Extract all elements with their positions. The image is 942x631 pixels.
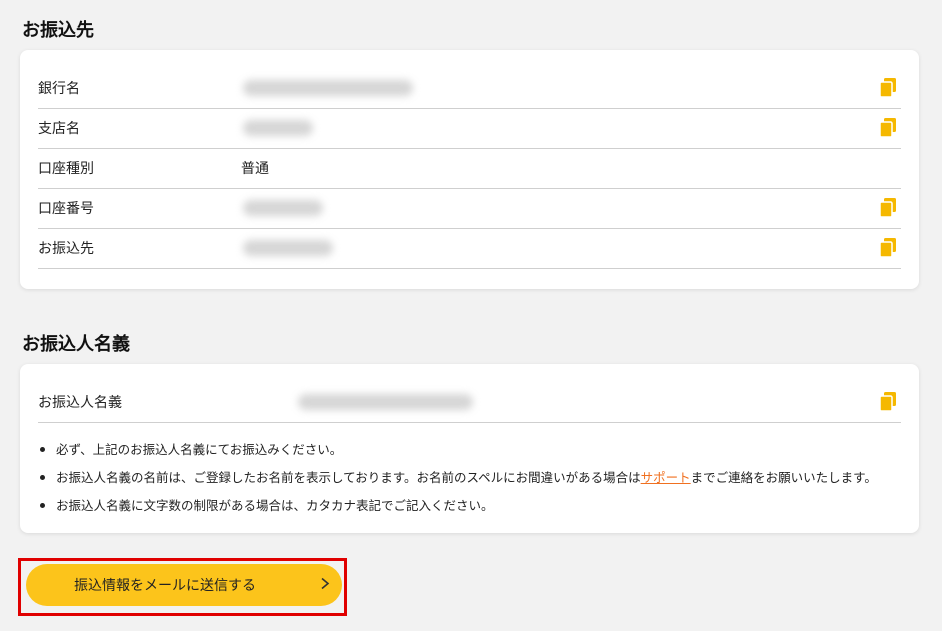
payee-label: お振込先 — [38, 241, 94, 257]
branch-name-value — [243, 120, 313, 136]
payee-value — [243, 240, 333, 256]
note-item: 必ず、上記のお振込人名義にてお振込みください。 — [38, 440, 898, 468]
note-text-suffix: までご連絡をお願いいたします。 — [690, 470, 877, 485]
note-text-prefix: お振込人名義の名前は、ご登録したお名前を表示しております。お名前のスペルにお間違… — [56, 470, 641, 485]
transfer-name-value — [298, 394, 473, 410]
send-email-button-label: 振込情報をメールに送信する — [74, 578, 256, 594]
branch-name-row: 支店名 — [38, 108, 901, 149]
bank-name-label: 銀行名 — [38, 81, 80, 97]
bank-name-value — [243, 80, 413, 96]
transfer-name-card: お振込人名義 必ず、上記のお振込人名義にてお振込みください。 お振込人名義の名前… — [20, 364, 919, 533]
send-email-button[interactable]: 振込情報をメールに送信する — [26, 564, 342, 606]
account-number-label: 口座番号 — [38, 201, 94, 217]
copy-icon[interactable] — [879, 392, 897, 412]
support-link[interactable]: サポート — [641, 470, 691, 485]
account-type-label: 口座種別 — [38, 161, 94, 177]
note-text: お振込人名義に文字数の制限がある場合は、カタカナ表記でご記入ください。 — [56, 498, 494, 513]
account-type-value: 普通 — [241, 161, 269, 177]
transfer-name-label: お振込人名義 — [38, 395, 122, 411]
transfer-destination-card: 銀行名 支店名 口座種別 普通 口座番号 お振込先 — [20, 50, 919, 289]
payee-row: お振込先 — [38, 228, 901, 269]
chevron-right-icon — [320, 576, 330, 595]
transfer-name-row: お振込人名義 — [38, 382, 901, 423]
transfer-destination-title: お振込先 — [22, 20, 94, 41]
account-number-value — [243, 200, 323, 216]
account-type-row: 口座種別 普通 — [38, 148, 901, 189]
copy-icon[interactable] — [879, 198, 897, 218]
note-item: お振込人名義の名前は、ご登録したお名前を表示しております。お名前のスペルにお間違… — [38, 468, 898, 496]
note-item: お振込人名義に文字数の制限がある場合は、カタカナ表記でご記入ください。 — [38, 496, 898, 524]
transfer-name-notes: 必ず、上記のお振込人名義にてお振込みください。 お振込人名義の名前は、ご登録した… — [38, 440, 898, 524]
copy-icon[interactable] — [879, 118, 897, 138]
copy-icon[interactable] — [879, 78, 897, 98]
copy-icon[interactable] — [879, 238, 897, 258]
note-text: 必ず、上記のお振込人名義にてお振込みください。 — [56, 442, 343, 457]
bank-name-row: 銀行名 — [38, 68, 901, 109]
transfer-name-title: お振込人名義 — [22, 334, 130, 355]
account-number-row: 口座番号 — [38, 188, 901, 229]
branch-name-label: 支店名 — [38, 121, 80, 137]
